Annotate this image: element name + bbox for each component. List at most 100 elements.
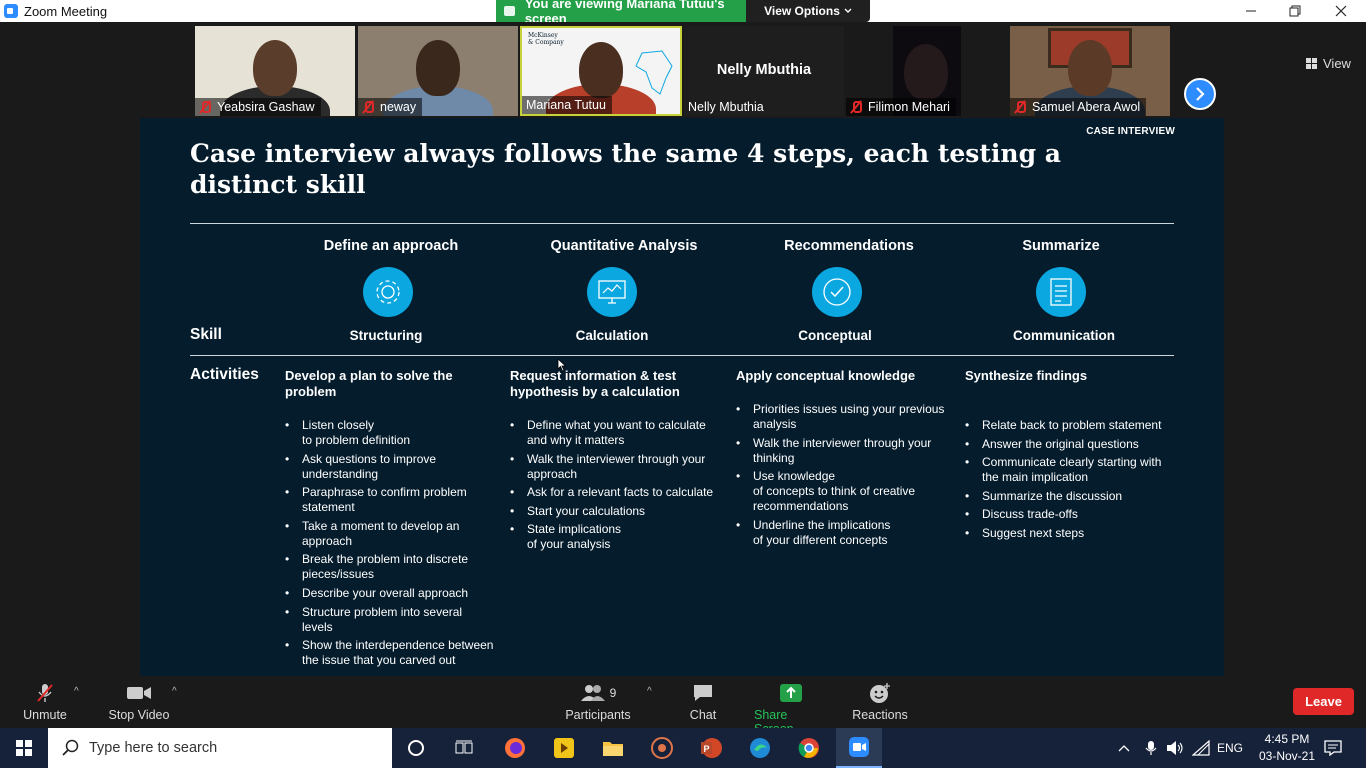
shared-screen-slide: CASE INTERVIEW Case interview always fol… (140, 118, 1224, 676)
list-item: Break the problem into discrete pieces/i… (285, 552, 495, 582)
document-list-icon (1036, 267, 1086, 317)
list-item: Describe your overall approach (285, 586, 495, 601)
skill-label: Communication (1012, 328, 1115, 343)
task-view-button[interactable] (450, 734, 478, 762)
search-icon (62, 739, 79, 756)
divider (190, 223, 1174, 224)
participant-tile-active-speaker[interactable]: McKinsey & Company Mariana Tutuu (520, 26, 682, 116)
zoom-taskbar-icon[interactable] (836, 728, 882, 768)
file-explorer-taskbar-icon[interactable] (599, 734, 627, 762)
activity-title: Apply conceptual knowledge (736, 368, 916, 383)
audio-options-caret[interactable]: ^ (74, 686, 79, 697)
next-page-button[interactable] (1184, 78, 1216, 110)
chevron-right-icon (1196, 87, 1205, 101)
clock-date: 03-Nov-21 (1258, 749, 1316, 763)
skill-label: Calculation (575, 328, 649, 343)
step-heading: Quantitative Analysis (550, 238, 698, 254)
unmute-button[interactable]: Unmute (22, 682, 68, 722)
participant-video-face (253, 40, 297, 96)
minimize-button[interactable] (1228, 0, 1274, 22)
list-item: Answer the original questions (965, 437, 1175, 452)
microphone-tray-icon[interactable] (1145, 728, 1157, 768)
participants-options-caret[interactable]: ^ (647, 686, 652, 697)
svg-text:P: P (704, 744, 710, 754)
firefox-taskbar-icon[interactable] (501, 734, 529, 762)
taskbar-search-input[interactable]: Type here to search (48, 728, 392, 768)
view-layout-label: View (1323, 56, 1351, 71)
edge-taskbar-icon[interactable] (746, 734, 774, 762)
participant-tile[interactable]: Filimon Mehari (846, 26, 1006, 116)
list-item: Suggest next steps (965, 526, 1175, 541)
volume-tray-icon[interactable] (1166, 728, 1184, 768)
player-taskbar-icon[interactable] (550, 734, 578, 762)
list-item: Ask for a relevant facts to calculate (510, 485, 720, 500)
list-item: Show the interdependence between the iss… (285, 638, 495, 668)
participant-tile[interactable]: Yeabsira Gashaw (195, 26, 355, 116)
participant-name: Samuel Abera Awol (1010, 98, 1147, 116)
participants-button[interactable]: 9 Participants (565, 682, 631, 722)
chat-bubble-icon (692, 682, 714, 704)
language-indicator[interactable]: ENG (1217, 728, 1243, 768)
view-options-label: View Options (764, 4, 840, 18)
list-item: Start your calculations (510, 504, 720, 519)
view-layout-button[interactable]: View (1306, 56, 1351, 71)
list-item: Structure problem into several levels (285, 605, 495, 635)
network-tray-icon[interactable] (1192, 728, 1210, 768)
participant-tile[interactable]: Samuel Abera Awol (1010, 26, 1170, 116)
gear-icon (363, 267, 413, 317)
chrome-taskbar-icon[interactable] (795, 734, 823, 762)
smiley-icon (868, 682, 892, 704)
skill-label: Structuring (349, 328, 423, 343)
reactions-button[interactable]: Reactions (852, 682, 908, 722)
activity-list: Define what you want to calculate and wh… (510, 418, 720, 552)
muted-mic-icon (199, 101, 211, 113)
unmute-label: Unmute (23, 708, 67, 722)
stop-video-button[interactable]: Stop Video (108, 682, 170, 722)
start-button[interactable] (0, 728, 48, 768)
chat-label: Chat (689, 708, 717, 722)
meeting-controls-toolbar: Unmute ^ Stop Video ^ 9 Participants ^ C… (0, 676, 1366, 736)
participant-name: Mariana Tutuu (522, 96, 612, 114)
activity-column: Request information & test hypothesis by… (510, 368, 720, 556)
muted-mic-icon (1014, 101, 1026, 113)
participant-tile[interactable]: Nelly Mbuthia Nelly Mbuthia (684, 26, 844, 116)
powerpoint-taskbar-icon[interactable]: P (697, 734, 725, 762)
cortana-button[interactable] (402, 734, 430, 762)
participant-name: neway (358, 98, 423, 116)
close-icon (1335, 5, 1347, 17)
row-label-skill: Skill (190, 326, 222, 343)
list-item: Listen closely to problem definition (285, 418, 495, 448)
list-item: Take a moment to develop an approach (285, 519, 495, 549)
participant-video-face (904, 44, 948, 100)
close-button[interactable] (1318, 0, 1364, 22)
list-item: Underline the implications of your diffe… (736, 518, 946, 548)
view-options-button[interactable]: View Options (746, 0, 870, 22)
action-center-button[interactable] (1324, 728, 1342, 768)
activity-title: Synthesize findings (965, 368, 1088, 383)
participants-label: Participants (565, 708, 631, 722)
grid-view-icon (1306, 58, 1317, 69)
notification-icon (1324, 740, 1342, 756)
minimize-icon (1246, 10, 1256, 12)
step-heading: Define an approach (323, 238, 459, 254)
windows-logo-icon (16, 740, 32, 756)
taskbar-clock[interactable]: 4:45 PM 03-Nov-21 (1252, 731, 1322, 765)
restore-button[interactable] (1272, 0, 1318, 22)
show-hidden-icons-button[interactable] (1118, 728, 1130, 768)
chat-button[interactable]: Chat (688, 682, 718, 722)
leave-meeting-button[interactable]: Leave (1293, 688, 1354, 715)
share-screen-icon (779, 682, 803, 704)
task-view-icon (455, 740, 473, 754)
participant-tile[interactable]: neway (358, 26, 518, 116)
video-options-caret[interactable]: ^ (172, 686, 177, 697)
media-app-taskbar-icon[interactable] (648, 734, 676, 762)
slide-tag: CASE INTERVIEW (1086, 126, 1175, 137)
chevron-up-icon (1118, 745, 1130, 752)
activity-list: Relate back to problem statement Answer … (965, 418, 1175, 541)
participants-icon: 9 (580, 682, 616, 704)
participant-video-face (579, 42, 623, 98)
list-item: Ask questions to improve understanding (285, 452, 495, 482)
list-item: Summarize the discussion (965, 489, 1175, 504)
mouse-cursor-icon (557, 358, 567, 372)
cortana-circle-icon (408, 740, 424, 756)
